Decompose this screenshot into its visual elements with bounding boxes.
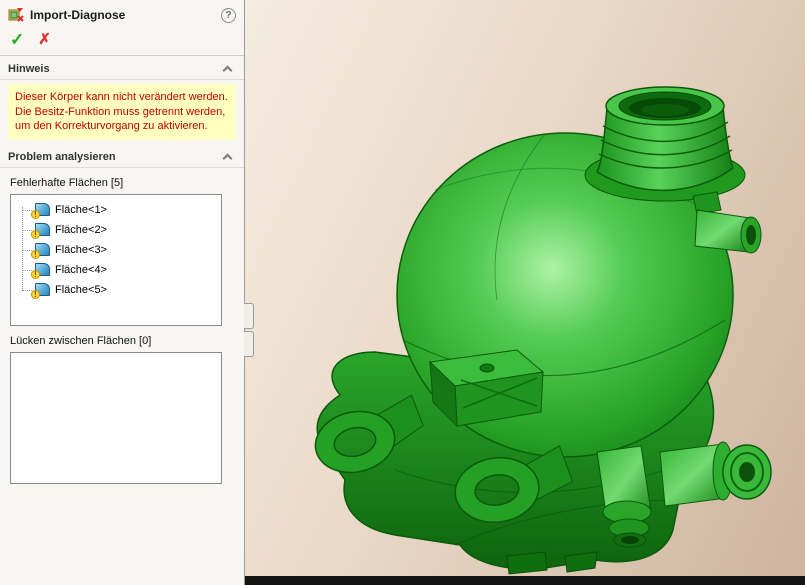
model-filler-neck	[585, 87, 745, 201]
face-warning-icon	[35, 283, 50, 296]
cancel-button[interactable]: ✗	[38, 31, 51, 49]
help-icon[interactable]: ?	[221, 8, 236, 23]
chevron-up-icon	[223, 66, 233, 76]
faulty-faces-list[interactable]: Fläche<1> Fläche<2> Fläche<3> Fläche<4> …	[10, 194, 222, 326]
panel-header: Import-Diagnose ?	[0, 0, 244, 28]
model-hose-connector-right	[660, 442, 771, 506]
solidworks-window: Import-Diagnose ? ✓ ✗ Hinweis Dieser Kör…	[0, 0, 805, 585]
warning-badge-icon	[31, 290, 40, 299]
model-side-port	[693, 192, 761, 253]
model-coolant-tank[interactable]	[245, 0, 805, 585]
graphics-viewport[interactable]	[245, 0, 805, 585]
face-warning-icon	[35, 243, 50, 256]
gaps-list[interactable]	[10, 352, 222, 484]
panel-title: Import-Diagnose	[30, 8, 215, 22]
warning-message: Dieser Körper kann nicht verändert werde…	[8, 84, 236, 140]
model-foot	[565, 552, 597, 572]
panel-actions: ✓ ✗	[0, 28, 244, 56]
group-hinweis-caption[interactable]: Hinweis	[0, 56, 244, 80]
warning-badge-icon	[31, 250, 40, 259]
warning-badge-icon	[31, 210, 40, 219]
list-item-face-1[interactable]: Fläche<1>	[19, 200, 221, 220]
list-item-face-4[interactable]: Fläche<4>	[19, 260, 221, 280]
gaps-label: Lücken zwischen Flächen [0]	[0, 326, 244, 350]
list-item-face-5[interactable]: Fläche<5>	[19, 280, 221, 300]
face-label: Fläche<2>	[55, 224, 107, 236]
face-label: Fläche<5>	[55, 284, 107, 296]
faulty-faces-label: Fehlerhafte Flächen [5]	[0, 168, 244, 192]
import-diagnose-icon	[8, 7, 24, 23]
face-label: Fläche<1>	[55, 204, 107, 216]
face-label: Fläche<4>	[55, 264, 107, 276]
panel-splitter-tab[interactable]	[244, 303, 254, 329]
group-hinweis-label: Hinweis	[8, 63, 224, 75]
face-warning-icon	[35, 203, 50, 216]
ok-button[interactable]: ✓	[10, 31, 24, 49]
faces-tree: Fläche<1> Fläche<2> Fläche<3> Fläche<4> …	[11, 195, 221, 300]
face-warning-icon	[35, 263, 50, 276]
group-analyse-caption[interactable]: Problem analysieren	[0, 144, 244, 168]
face-label: Fläche<3>	[55, 244, 107, 256]
status-bar	[245, 576, 805, 585]
group-analyse-label: Problem analysieren	[8, 151, 224, 163]
chevron-up-icon	[223, 153, 233, 163]
warning-badge-icon	[31, 230, 40, 239]
list-item-face-3[interactable]: Fläche<3>	[19, 240, 221, 260]
list-item-face-2[interactable]: Fläche<2>	[19, 220, 221, 240]
model-mount-bracket	[430, 350, 543, 426]
face-warning-icon	[35, 223, 50, 236]
panel-splitter-tab[interactable]	[244, 331, 254, 357]
model-foot	[507, 552, 547, 574]
warning-badge-icon	[31, 270, 40, 279]
import-diagnose-panel: Import-Diagnose ? ✓ ✗ Hinweis Dieser Kör…	[0, 0, 245, 585]
